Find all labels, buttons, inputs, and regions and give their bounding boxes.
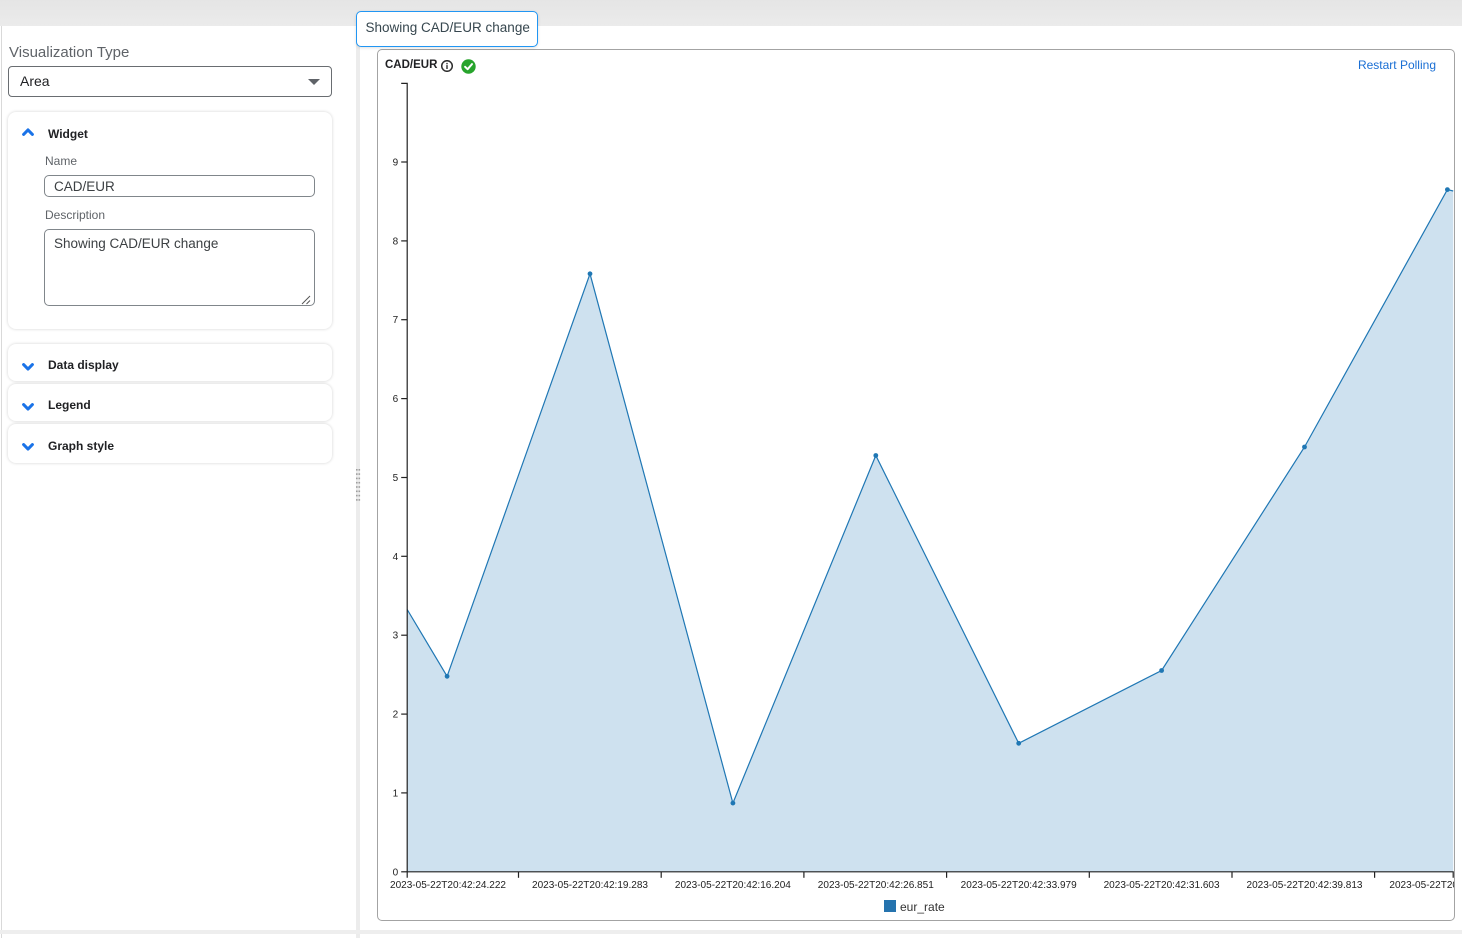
svg-text:9: 9 bbox=[393, 158, 399, 169]
svg-text:6: 6 bbox=[393, 394, 399, 405]
svg-text:3: 3 bbox=[393, 631, 399, 642]
svg-text:2023-05-22T20:42:33.979: 2023-05-22T20:42:33.979 bbox=[961, 880, 1077, 891]
svg-text:2023-05-22T20:42:40.555: 2023-05-22T20:42:40.555 bbox=[1389, 880, 1454, 891]
svg-text:0: 0 bbox=[393, 867, 399, 878]
svg-text:7: 7 bbox=[393, 315, 399, 326]
svg-text:2023-05-22T20:42:26.851: 2023-05-22T20:42:26.851 bbox=[818, 880, 934, 891]
svg-text:8: 8 bbox=[393, 236, 399, 247]
svg-text:2: 2 bbox=[393, 710, 399, 721]
svg-text:2023-05-22T20:42:16.204: 2023-05-22T20:42:16.204 bbox=[675, 880, 791, 891]
svg-text:4: 4 bbox=[393, 552, 399, 563]
svg-text:2023-05-22T20:42:39.813: 2023-05-22T20:42:39.813 bbox=[1247, 880, 1363, 891]
svg-text:2023-05-22T20:42:24.222: 2023-05-22T20:42:24.222 bbox=[390, 880, 506, 891]
svg-text:2023-05-22T20:42:31.603: 2023-05-22T20:42:31.603 bbox=[1104, 880, 1220, 891]
svg-text:5: 5 bbox=[393, 473, 399, 484]
svg-text:2023-05-22T20:42:19.283: 2023-05-22T20:42:19.283 bbox=[532, 880, 648, 891]
svg-text:1: 1 bbox=[393, 788, 399, 799]
